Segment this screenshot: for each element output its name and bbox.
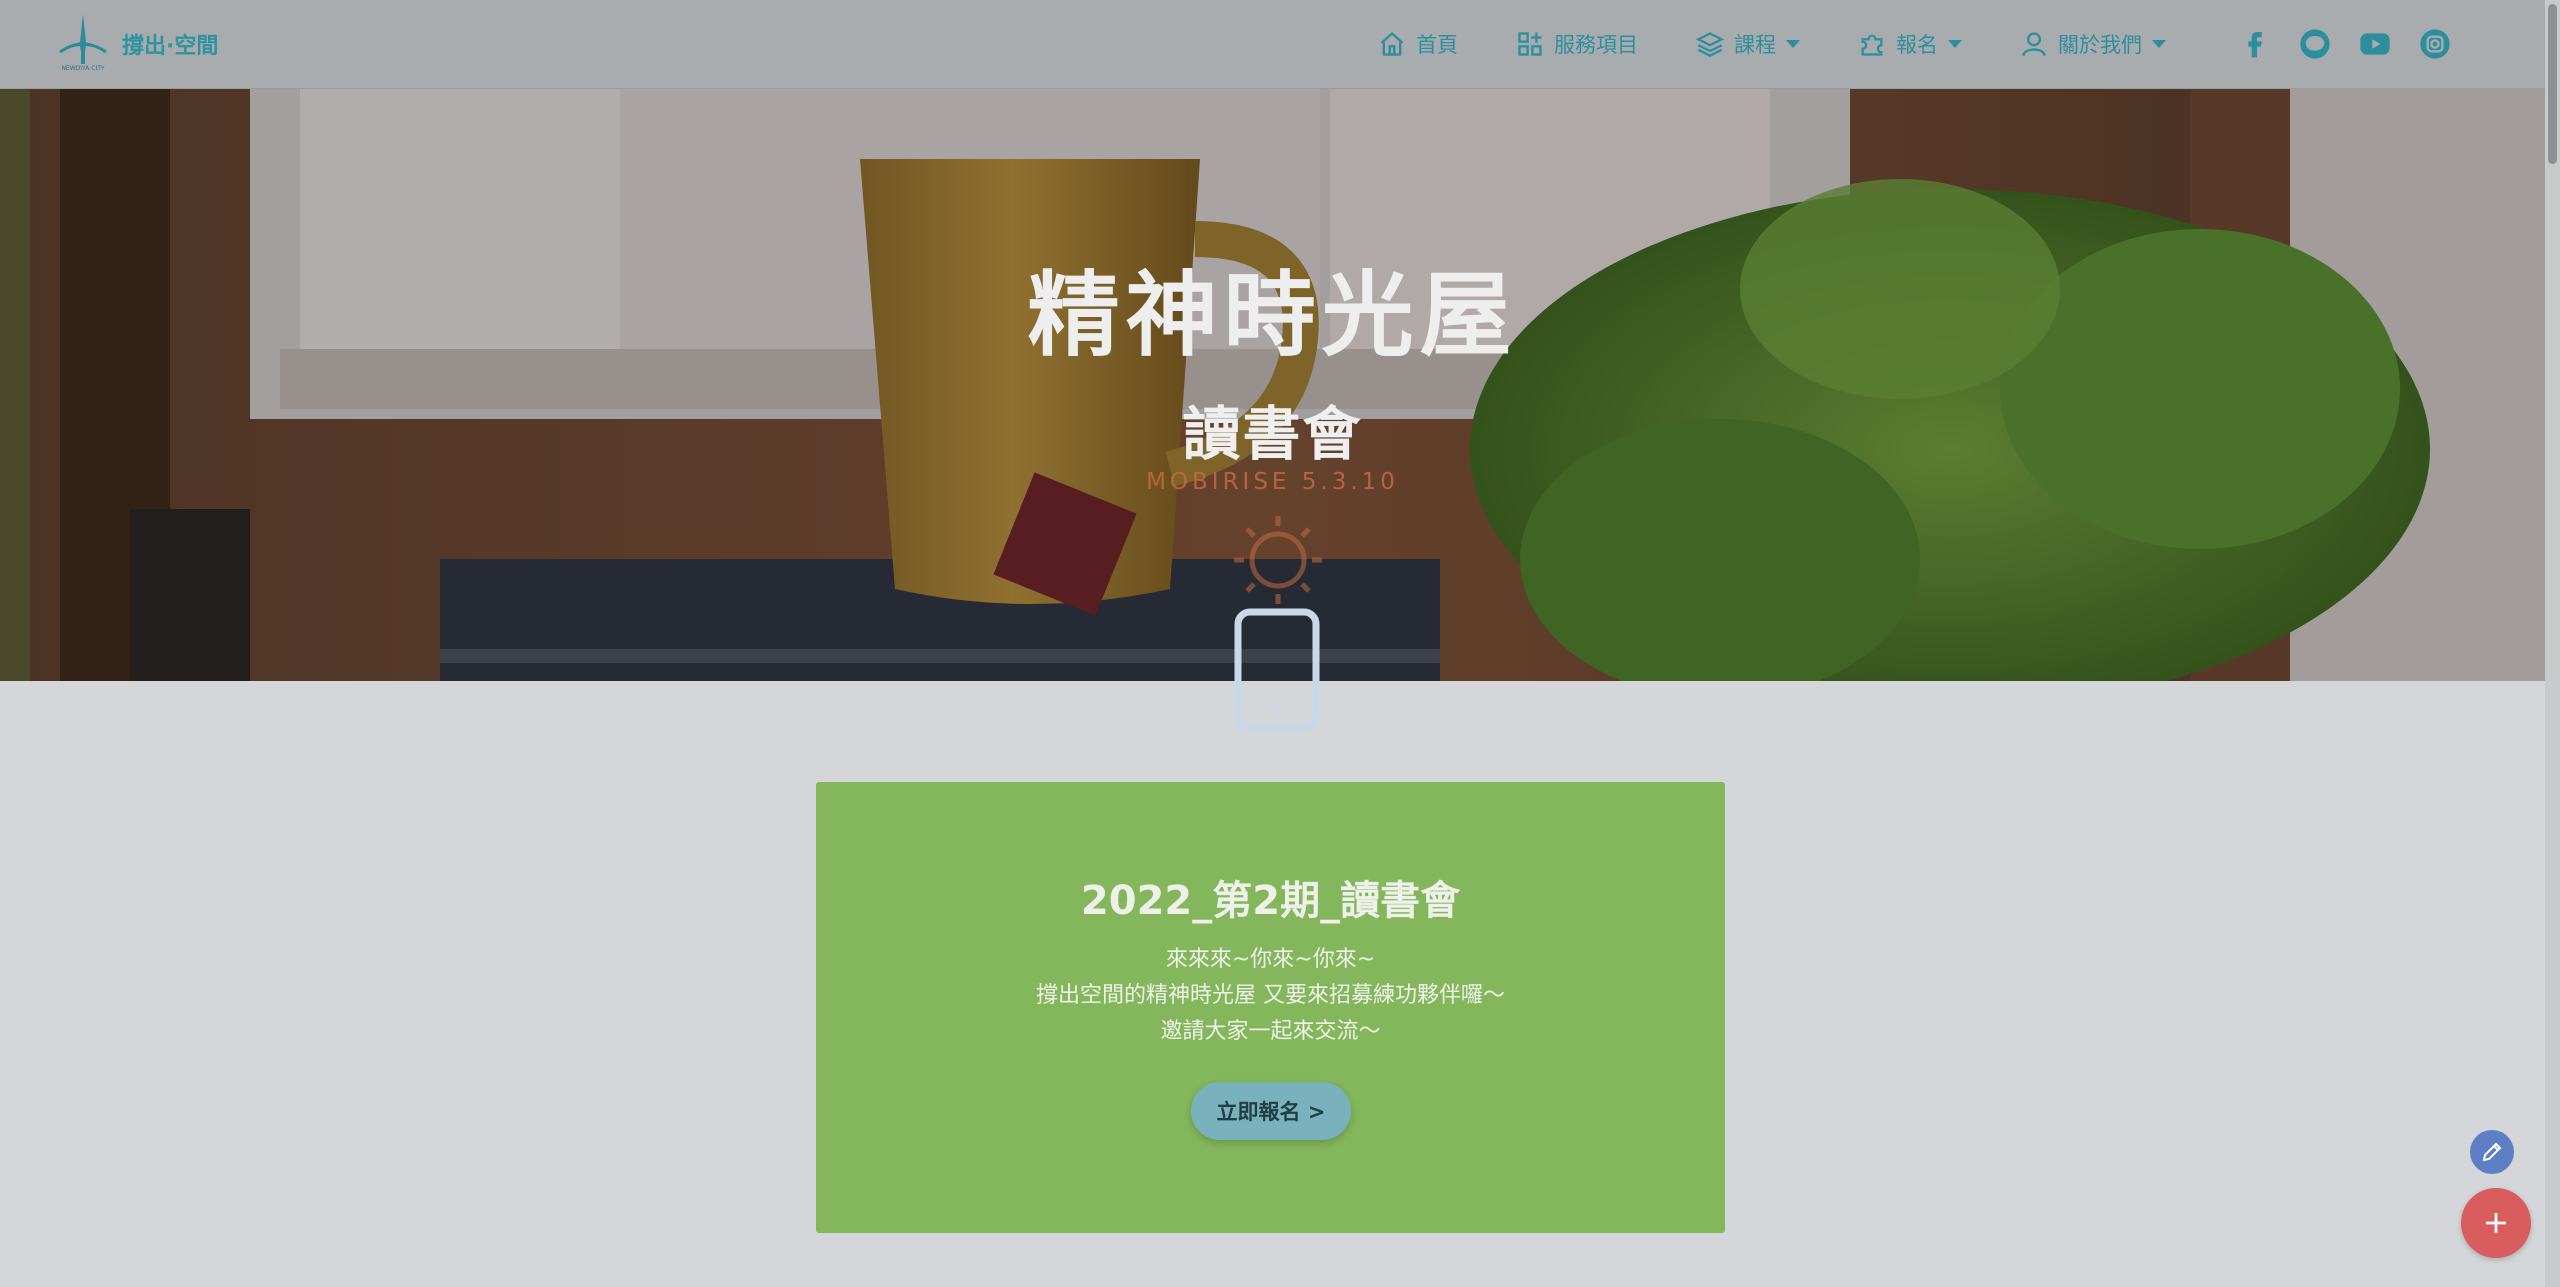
register-now-button[interactable]: 立即報名 > <box>1191 1082 1351 1140</box>
plus-icon <box>2486 1213 2506 1233</box>
nav-item-about[interactable]: 關於我們 <box>2020 29 2166 59</box>
top-navbar: NEWDIYA CITY 撐出·空間 首頁 服務項目 課程 報名 關於我們 <box>0 0 2545 89</box>
youtube-icon[interactable] <box>2355 24 2395 64</box>
card-title: 2022_第2期_讀書會 <box>1080 878 1461 924</box>
nav-item-courses[interactable]: 課程 <box>1696 29 1800 59</box>
user-icon <box>2022 32 2046 57</box>
social-links <box>2235 24 2475 64</box>
hero-subtitle: 讀書會 <box>1182 400 1363 468</box>
nav-item-label: 服務項目 <box>1554 33 1638 57</box>
builder-watermark: MOBIRISE 5.3.10 <box>1146 469 1399 495</box>
event-card: 2022_第2期_讀書會 來來來~你來~你來~ 撐出空間的精神時光屋 又要來招募… <box>816 782 1725 1233</box>
puzzle-icon <box>1861 34 1883 56</box>
pencil-icon <box>2482 1142 2502 1162</box>
chevron-down-icon <box>2152 40 2166 48</box>
nav-item-services[interactable]: 服務項目 <box>1516 29 1638 59</box>
card-line: 撐出空間的精神時光屋 又要來招募練功夥伴囉～ <box>1036 983 1505 1008</box>
nav-item-label: 關於我們 <box>2058 33 2142 57</box>
hero-title: 精神時光屋 <box>1027 262 1518 369</box>
nav-item-label: 首頁 <box>1416 33 1458 57</box>
brand-name[interactable]: 撐出·空間 <box>122 28 218 60</box>
edit-floating-button[interactable] <box>2470 1130 2514 1174</box>
chevron-down-icon <box>1948 40 1962 48</box>
brand[interactable]: NEWDIYA CITY 撐出·空間 <box>52 12 218 76</box>
layers-icon <box>1696 32 1724 57</box>
instagram-icon[interactable] <box>2415 24 2455 64</box>
line-icon[interactable] <box>2295 24 2335 64</box>
main-nav: 首頁 服務項目 課程 報名 關於我們 <box>1378 22 2224 66</box>
card-description: 來來來~你來~你來~ 撐出空間的精神時光屋 又要來招募練功夥伴囉～ 邀請大家一起… <box>816 942 1725 1050</box>
chevron-down-icon <box>1786 40 1800 48</box>
nav-item-home[interactable]: 首頁 <box>1378 29 1458 59</box>
card-line: 邀請大家一起來交流～ <box>1160 1019 1381 1044</box>
home-icon <box>1380 31 1404 56</box>
scrollbar-thumb[interactable] <box>2548 4 2557 164</box>
nav-item-label: 報名 <box>1896 33 1938 57</box>
mobile-sun-illustration-icon <box>1234 516 1322 732</box>
logo-text: NEWDIYA CITY <box>61 65 104 72</box>
page-scrollbar[interactable] <box>2545 0 2560 1287</box>
facebook-icon[interactable] <box>2235 24 2275 64</box>
nav-item-label: 課程 <box>1734 33 1776 57</box>
card-line: 來來來~你來~你來~ <box>1165 947 1376 972</box>
add-floating-button[interactable] <box>2461 1188 2531 1258</box>
widgets-icon <box>1518 32 1542 56</box>
brand-logo-icon[interactable]: NEWDIYA CITY <box>52 12 114 76</box>
nav-item-register[interactable]: 報名 <box>1858 29 1962 59</box>
